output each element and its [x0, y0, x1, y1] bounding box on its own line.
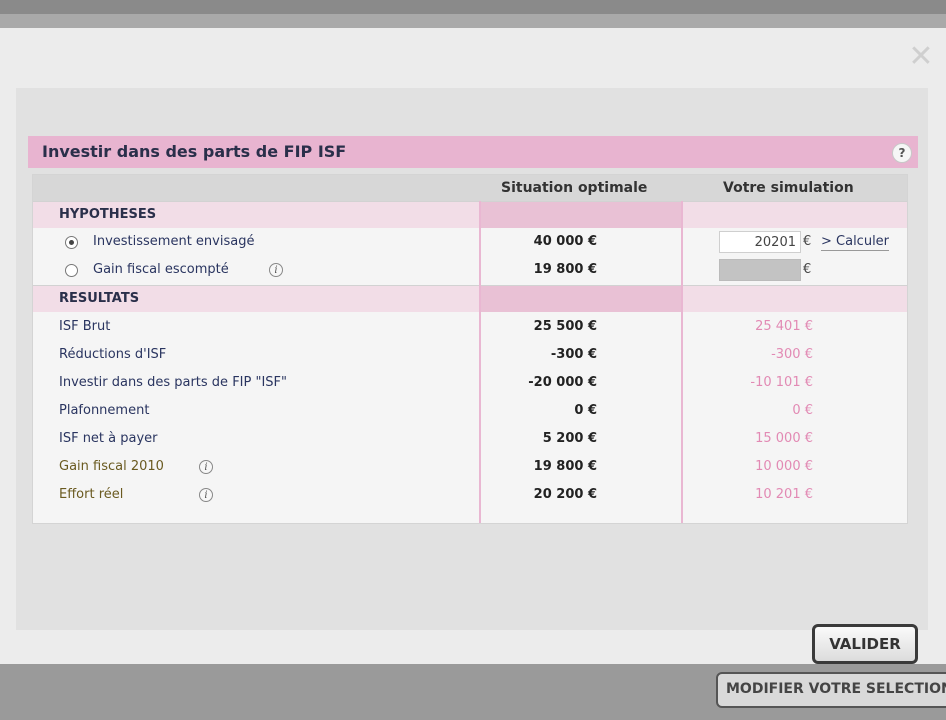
- row-label: Gain fiscal 2010: [59, 459, 164, 474]
- section-label: HYPOTHESES: [59, 207, 157, 222]
- simulation-value: 10 000 €: [755, 459, 813, 474]
- simulation-value: -300 €: [771, 347, 813, 362]
- optimal-value: 19 800 €: [533, 262, 597, 277]
- optimal-value: -20 000 €: [528, 375, 597, 390]
- modal-dialog: ✕ Investir dans des parts de FIP ISF ? S…: [0, 28, 946, 664]
- table-row: ISF net à payer 5 200 € 15 000 €: [33, 425, 907, 453]
- optimal-value: -300 €: [550, 347, 597, 362]
- section-label: RESULTATS: [59, 291, 140, 306]
- column-separator: [681, 201, 683, 523]
- optimal-value: 40 000 €: [533, 234, 597, 249]
- euro-symbol: €: [803, 234, 812, 249]
- simulation-value: 15 000 €: [755, 431, 813, 446]
- table-row: Investissement envisagé 40 000 € € > Cal…: [33, 228, 907, 256]
- info-icon[interactable]: i: [199, 488, 213, 502]
- table-row: ISF Brut 25 500 € 25 401 €: [33, 313, 907, 341]
- table-row: Réductions d'ISF -300 € -300 €: [33, 341, 907, 369]
- optimal-value: 19 800 €: [533, 459, 597, 474]
- table-row: Investir dans des parts de FIP "ISF" -20…: [33, 369, 907, 397]
- section-hypotheses: HYPOTHESES: [33, 201, 907, 228]
- row-label: Plafonnement: [59, 403, 150, 418]
- optimal-value: 0 €: [574, 403, 597, 418]
- modal-inner-panel: Investir dans des parts de FIP ISF ? Sit…: [16, 88, 928, 630]
- simulation-value: -10 101 €: [750, 375, 813, 390]
- calculer-link[interactable]: > Calculer: [821, 228, 890, 251]
- simulation-value: 25 401 €: [755, 319, 813, 334]
- top-bar: [0, 0, 946, 14]
- table-row: Plafonnement 0 € 0 €: [33, 397, 907, 425]
- simulation-value: 10 201 €: [755, 487, 813, 502]
- row-label: Effort réel: [59, 487, 124, 502]
- simulation-table: Situation optimale Votre simulation HYPO…: [32, 174, 908, 524]
- row-label: Investir dans des parts de FIP "ISF": [59, 375, 287, 390]
- column-header-simulation: Votre simulation: [723, 180, 854, 196]
- section-resultats: RESULTATS: [33, 285, 907, 312]
- column-header-optimal: Situation optimale: [501, 180, 648, 196]
- table-row: Effort réel i 20 200 € 10 201 €: [33, 481, 907, 509]
- gain-fiscal-input[interactable]: [719, 259, 801, 281]
- valider-button[interactable]: VALIDER: [812, 624, 918, 664]
- help-icon[interactable]: ?: [892, 143, 912, 163]
- table-row: Gain fiscal escompté i 19 800 € €: [33, 256, 907, 284]
- euro-symbol: €: [803, 262, 812, 277]
- row-label: Réductions d'ISF: [59, 347, 167, 362]
- radio-investissement[interactable]: [65, 236, 78, 249]
- title-bar: Investir dans des parts de FIP ISF ?: [28, 136, 918, 168]
- top-band: [0, 14, 946, 28]
- optimal-value: 25 500 €: [533, 319, 597, 334]
- row-label: ISF Brut: [59, 319, 111, 334]
- optimal-value: 20 200 €: [533, 487, 597, 502]
- row-label: Gain fiscal escompté: [93, 262, 229, 277]
- column-separator: [479, 201, 481, 523]
- section-pink-cell: [481, 202, 681, 228]
- table-header: Situation optimale Votre simulation: [33, 175, 907, 201]
- modal-title: Investir dans des parts de FIP ISF: [42, 142, 347, 161]
- simulation-value: 0 €: [792, 403, 813, 418]
- row-label: Investissement envisagé: [93, 234, 255, 249]
- table-row: Gain fiscal 2010 i 19 800 € 10 000 €: [33, 453, 907, 481]
- info-icon[interactable]: i: [269, 263, 283, 277]
- info-icon[interactable]: i: [199, 460, 213, 474]
- section-pink-cell: [683, 286, 907, 312]
- investissement-input[interactable]: [719, 231, 801, 253]
- row-label: ISF net à payer: [59, 431, 158, 446]
- close-icon[interactable]: ✕: [906, 42, 936, 72]
- modifier-selection-button[interactable]: MODIFIER VOTRE SELECTION: [716, 672, 946, 708]
- radio-gain-fiscal[interactable]: [65, 264, 78, 277]
- section-pink-cell: [481, 286, 681, 312]
- optimal-value: 5 200 €: [542, 431, 597, 446]
- section-pink-cell: [683, 202, 907, 228]
